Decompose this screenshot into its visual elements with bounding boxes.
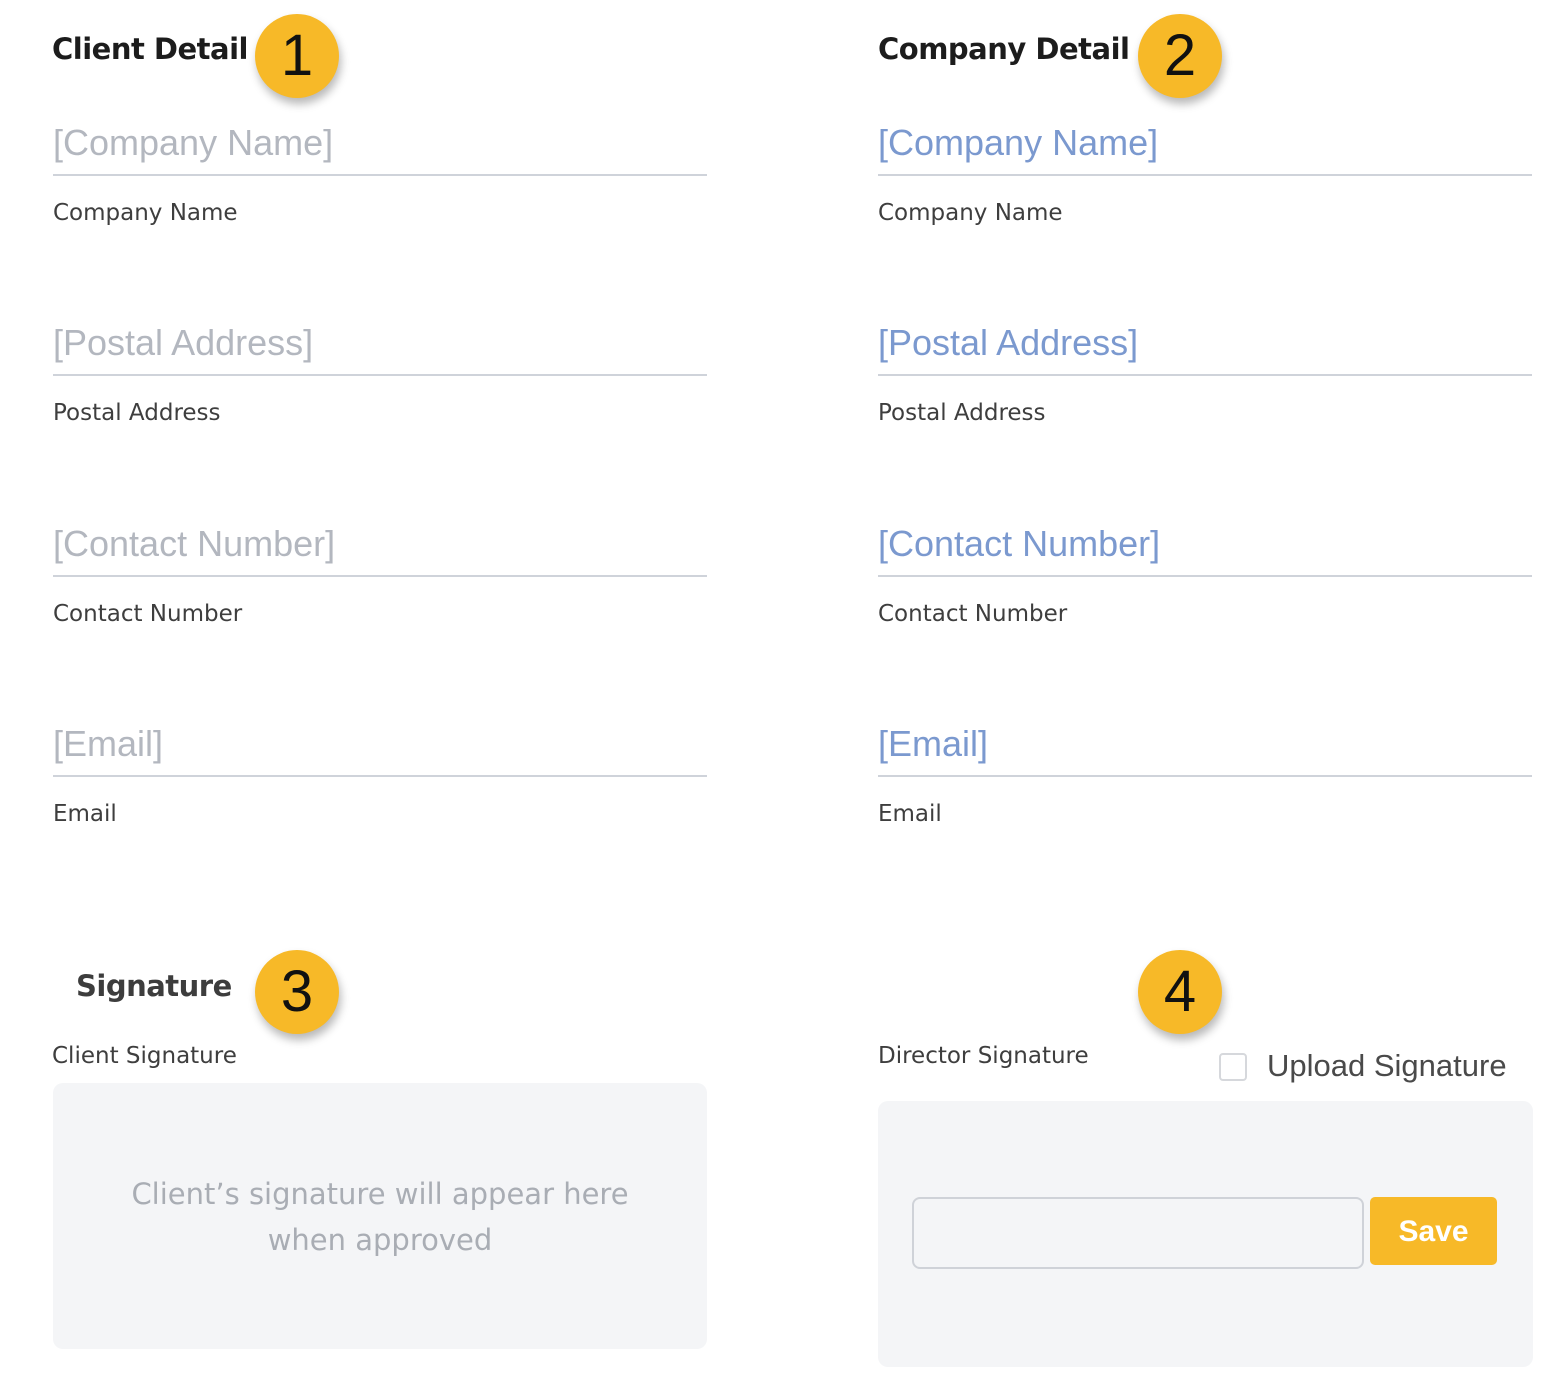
company-company-name-label: Company Name [878, 200, 1063, 226]
client-postal-address-label: Postal Address [53, 400, 221, 426]
step-badge-4: 4 [1138, 950, 1222, 1034]
client-signature-placeholder-line2: when approved [267, 1223, 493, 1257]
client-company-name-input[interactable] [53, 112, 707, 176]
company-email-input[interactable] [878, 713, 1532, 777]
client-contact-number-field: Contact Number [53, 513, 707, 627]
company-contact-number-input[interactable] [878, 513, 1532, 577]
client-postal-address-input[interactable] [53, 312, 707, 376]
company-contact-number-label: Contact Number [878, 601, 1068, 627]
client-signature-placeholder-line1: Client’s signature will appear here [131, 1177, 629, 1211]
signature-heading: Signature [76, 969, 232, 1003]
company-company-name-input[interactable] [878, 112, 1532, 176]
client-contact-number-input[interactable] [53, 513, 707, 577]
company-contact-number-field: Contact Number [878, 513, 1532, 627]
company-email-field: Email [878, 713, 1532, 827]
save-button[interactable]: Save [1370, 1197, 1497, 1265]
upload-signature-label[interactable]: Upload Signature [1267, 1048, 1507, 1084]
step-badge-3: 3 [255, 950, 339, 1034]
company-postal-address-label: Postal Address [878, 400, 1046, 426]
step-badge-1: 1 [255, 14, 339, 98]
client-company-name-label: Company Name [53, 200, 238, 226]
company-postal-address-input[interactable] [878, 312, 1532, 376]
company-email-label: Email [878, 801, 942, 827]
client-postal-address-field: Postal Address [53, 312, 707, 426]
company-detail-heading: Company Detail [878, 32, 1130, 66]
step-badge-2: 2 [1138, 14, 1222, 98]
client-email-input[interactable] [53, 713, 707, 777]
page: Client Detail 1 Company Name Postal Addr… [0, 0, 1559, 1390]
client-signature-label: Client Signature [52, 1043, 237, 1069]
company-company-name-field: Company Name [878, 112, 1532, 226]
client-email-field: Email [53, 713, 707, 827]
client-email-label: Email [53, 801, 117, 827]
client-contact-number-label: Contact Number [53, 601, 243, 627]
client-signature-placeholder: Client’s signature will appear here when… [53, 1171, 707, 1263]
director-signature-input[interactable] [912, 1197, 1364, 1269]
director-signature-label: Director Signature [878, 1043, 1089, 1069]
director-signature-area: Save [878, 1101, 1533, 1367]
upload-signature-checkbox[interactable] [1219, 1053, 1247, 1081]
client-signature-area: Client’s signature will appear here when… [53, 1083, 707, 1349]
client-company-name-field: Company Name [53, 112, 707, 226]
client-detail-heading: Client Detail [52, 32, 249, 66]
company-postal-address-field: Postal Address [878, 312, 1532, 426]
